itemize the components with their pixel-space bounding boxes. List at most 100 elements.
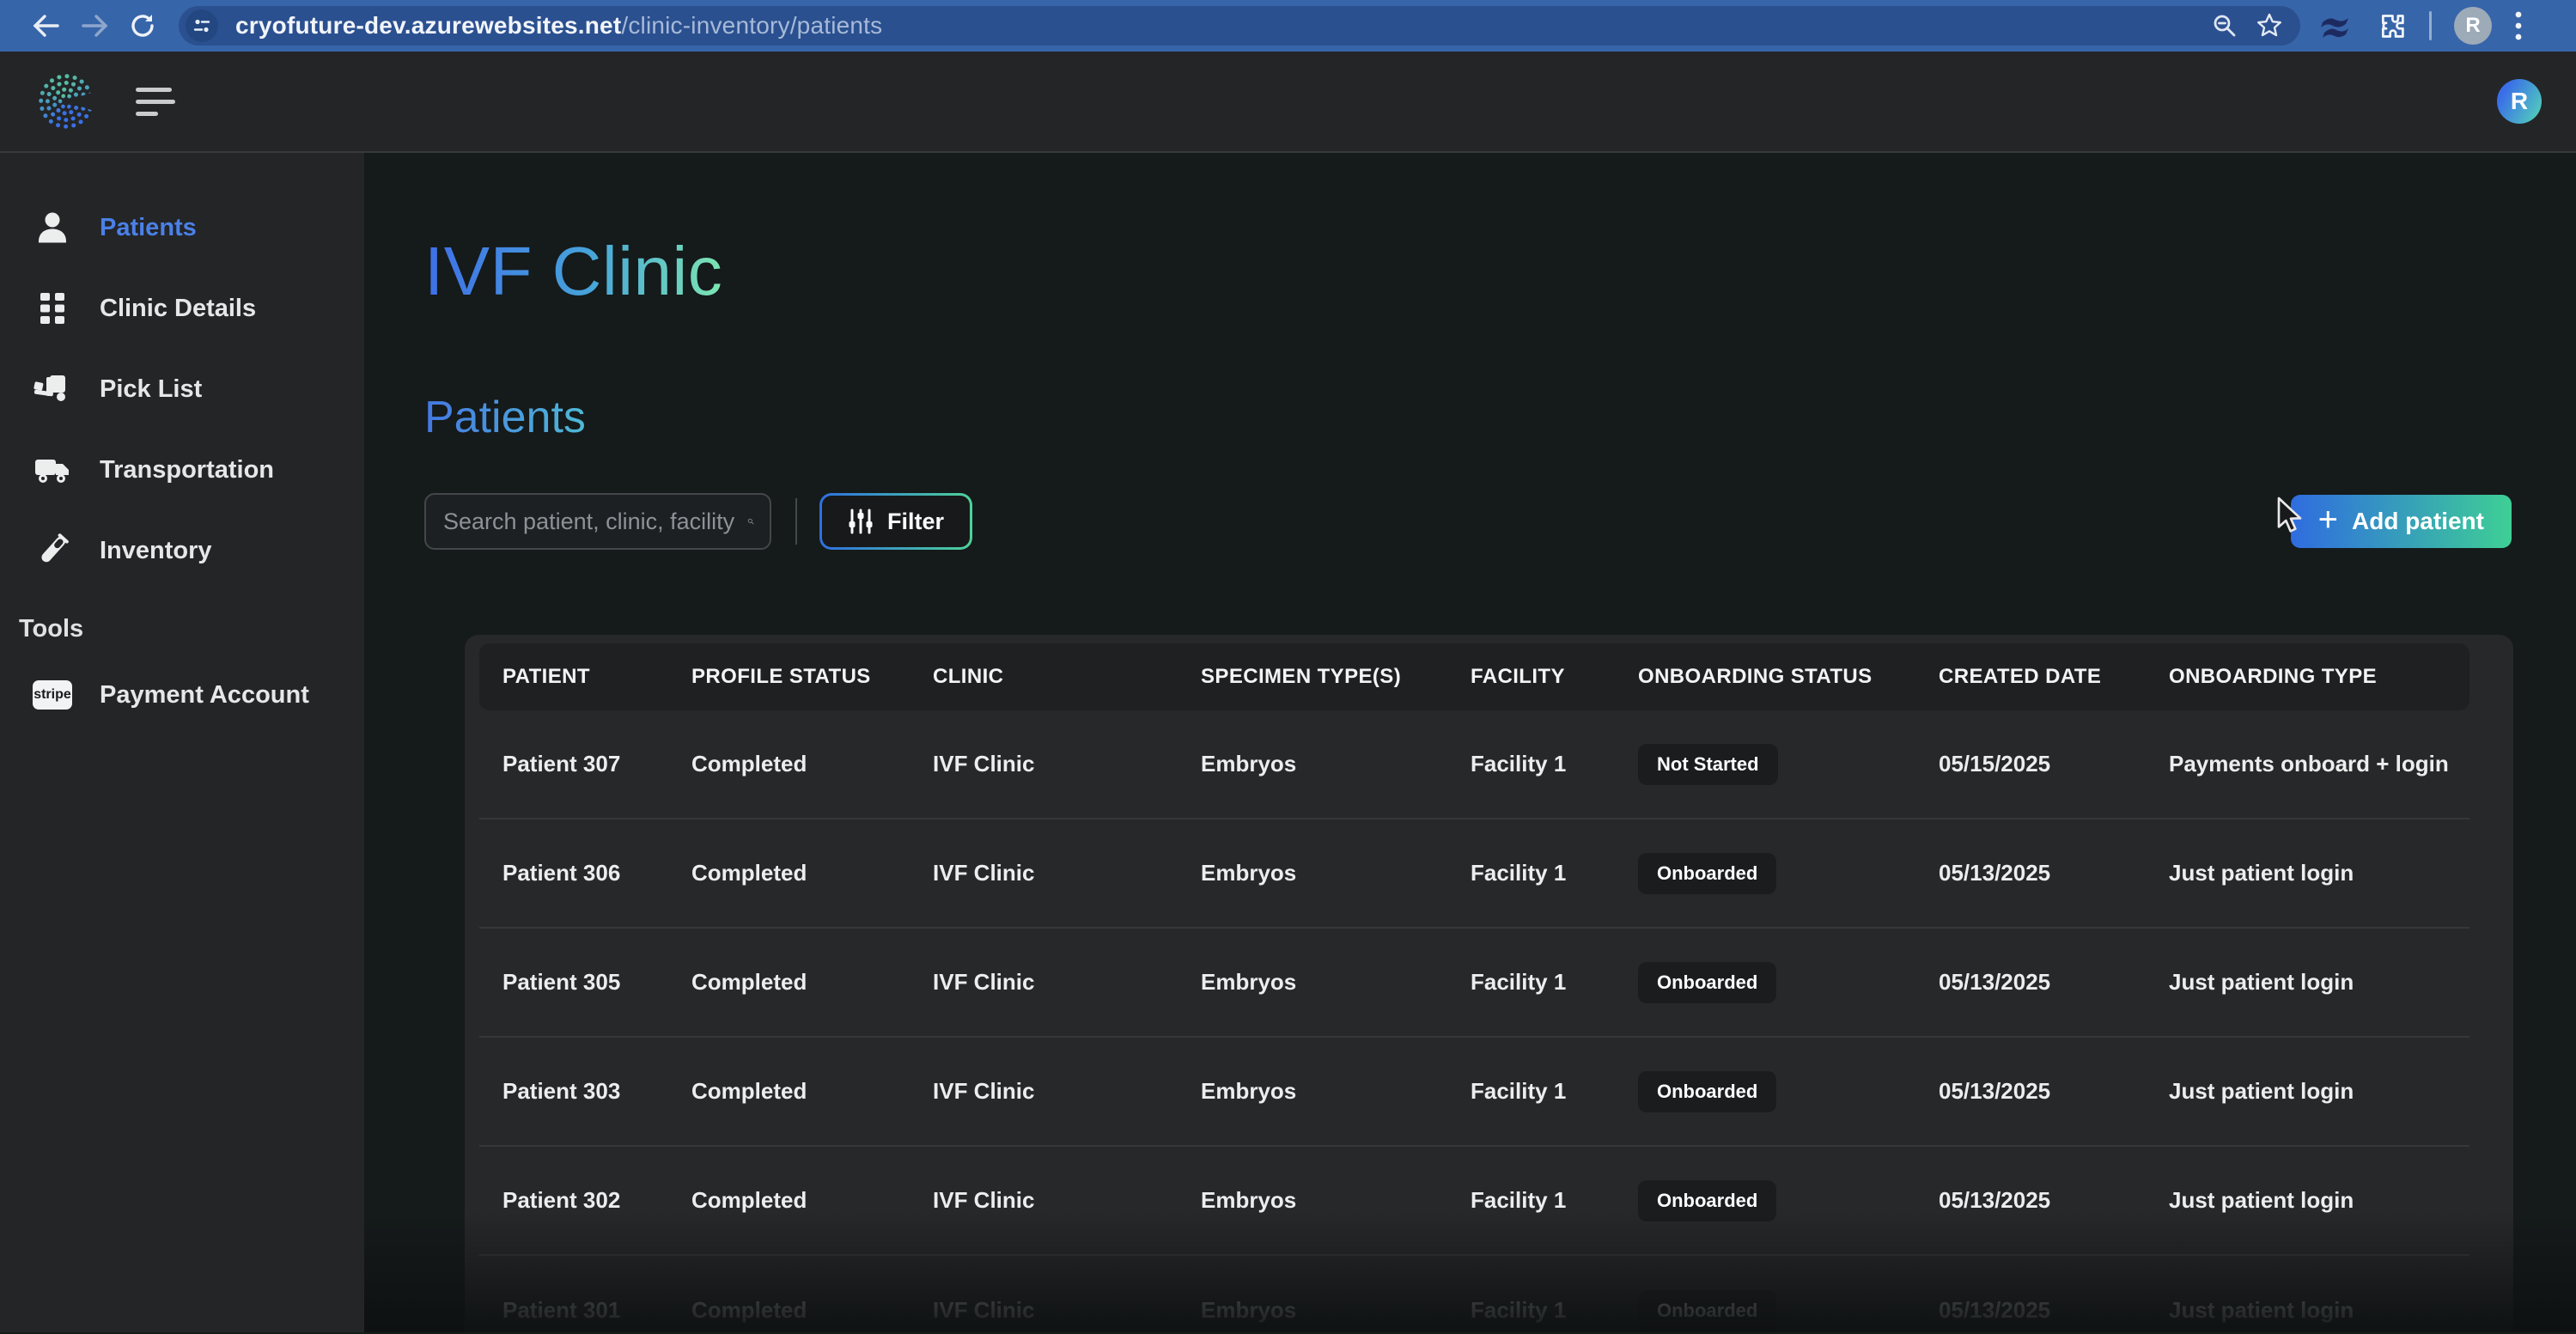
table-cell: Just patient login xyxy=(2169,1297,2452,1324)
table-cell: IVF Clinic xyxy=(933,1078,1201,1105)
onboarding-status-badge: Onboarded xyxy=(1638,1290,1776,1331)
sidebar-item-label: Clinic Details xyxy=(100,295,256,323)
url-path: /clinic-inventory/patients xyxy=(621,12,882,39)
table-header-row: PATIENTPROFILE STATUSCLINICSPECIMEN TYPE… xyxy=(479,643,2469,710)
table-cell: Facility 1 xyxy=(1471,969,1638,996)
url-domain: cryofuture-dev.azurewebsites.net xyxy=(235,12,621,39)
filter-button[interactable]: Filter xyxy=(819,493,972,550)
onboarding-status-badge: Not Started xyxy=(1638,744,1778,785)
table-cell: Onboarded xyxy=(1638,1290,1939,1331)
extensions-puzzle-icon[interactable] xyxy=(2374,9,2407,42)
search-box[interactable] xyxy=(424,493,771,550)
table-cell: Embryos xyxy=(1201,1078,1471,1105)
user-avatar[interactable]: R xyxy=(2497,79,2542,124)
column-header: CLINIC xyxy=(933,665,1201,689)
column-header: PROFILE STATUS xyxy=(691,665,933,689)
bookmark-star-icon[interactable] xyxy=(2247,12,2292,40)
table-cell: 05/13/2025 xyxy=(1939,860,2169,886)
grid-icon xyxy=(33,289,72,328)
browser-forward-button[interactable] xyxy=(70,7,119,45)
main-content: IVF Clinic Patients Filter + Add patient… xyxy=(364,153,2576,1332)
sidebar-item-clinic-details[interactable]: Clinic Details xyxy=(0,268,364,349)
table-cell: Facility 1 xyxy=(1471,1187,1638,1214)
person-icon xyxy=(33,208,72,247)
table-cell: Embryos xyxy=(1201,1297,1471,1324)
sidebar-item-patients[interactable]: Patients xyxy=(0,187,364,268)
app-header: R xyxy=(0,52,2576,153)
table-cell: 05/13/2025 xyxy=(1939,1078,2169,1105)
add-patient-label: Add patient xyxy=(2352,508,2484,535)
table-cell: Completed xyxy=(691,1297,933,1324)
onboarding-status-badge: Onboarded xyxy=(1638,1180,1776,1221)
table-cell: IVF Clinic xyxy=(933,969,1201,996)
table-cell: Just patient login xyxy=(2169,1078,2452,1105)
page-title: IVF Clinic xyxy=(424,232,722,311)
table-row[interactable]: Patient 302CompletedIVF ClinicEmbryosFac… xyxy=(479,1147,2469,1256)
table-cell: Patient 306 xyxy=(502,860,691,886)
browser-profile-avatar[interactable]: R xyxy=(2454,7,2492,45)
sidebar-item-payment-account[interactable]: stripe Payment Account xyxy=(0,658,364,732)
table-cell: Not Started xyxy=(1638,744,1939,785)
truck-icon xyxy=(33,450,72,490)
sliders-icon xyxy=(848,508,874,535)
table-cell: Patient 305 xyxy=(502,969,691,996)
address-bar[interactable]: cryofuture-dev.azurewebsites.net/clinic-… xyxy=(179,6,2300,46)
table-cell: Completed xyxy=(691,1187,933,1214)
onboarding-status-badge: Onboarded xyxy=(1638,853,1776,894)
sidebar-item-pick-list[interactable]: Pick List xyxy=(0,349,364,429)
table-cell: Just patient login xyxy=(2169,1187,2452,1214)
table-cell: IVF Clinic xyxy=(933,751,1201,777)
toolbar-divider xyxy=(2429,11,2432,40)
table-cell: Patient 302 xyxy=(502,1187,691,1214)
browser-menu-kebab-icon[interactable] xyxy=(2514,9,2523,42)
forklift-icon xyxy=(33,369,72,409)
filter-button-label: Filter xyxy=(887,509,944,535)
table-cell: Just patient login xyxy=(2169,969,2452,996)
test-tube-icon xyxy=(33,531,72,570)
controls-divider xyxy=(795,498,797,545)
table-cell: IVF Clinic xyxy=(933,1297,1201,1324)
table-cell: Facility 1 xyxy=(1471,751,1638,777)
sidebar-item-transportation[interactable]: Transportation xyxy=(0,429,364,510)
sidebar-item-label: Inventory xyxy=(100,537,212,565)
table-body: Patient 307CompletedIVF ClinicEmbryosFac… xyxy=(479,710,2469,1332)
table-cell: IVF Clinic xyxy=(933,1187,1201,1214)
table-row[interactable]: Patient 303CompletedIVF ClinicEmbryosFac… xyxy=(479,1038,2469,1147)
column-header: FACILITY xyxy=(1471,665,1638,689)
sidebar: Patients Clinic Details Pick List Transp… xyxy=(0,153,364,1332)
table-cell: Embryos xyxy=(1201,969,1471,996)
table-cell: Onboarded xyxy=(1638,962,1939,1003)
table-cell: Completed xyxy=(691,751,933,777)
section-heading: Patients xyxy=(424,392,586,443)
search-input[interactable] xyxy=(443,509,747,535)
table-row[interactable]: Patient 306CompletedIVF ClinicEmbryosFac… xyxy=(479,819,2469,929)
browser-toolbar: cryofuture-dev.azurewebsites.net/clinic-… xyxy=(0,0,2576,52)
table-row[interactable]: Patient 307CompletedIVF ClinicEmbryosFac… xyxy=(479,710,2469,819)
table-cell: Embryos xyxy=(1201,1187,1471,1214)
sidebar-section-tools: Tools xyxy=(0,591,364,658)
table-cell: Facility 1 xyxy=(1471,1297,1638,1324)
zoom-out-icon[interactable] xyxy=(2202,13,2247,39)
extension-flag-icon[interactable] xyxy=(2319,10,2352,41)
table-cell: Completed xyxy=(691,860,933,886)
column-header: CREATED DATE xyxy=(1939,665,2169,689)
table-cell: Onboarded xyxy=(1638,1071,1939,1112)
browser-reload-button[interactable] xyxy=(119,7,167,45)
stripe-icon: stripe xyxy=(33,675,72,715)
table-cell: Patient 307 xyxy=(502,751,691,777)
app-logo-icon[interactable] xyxy=(34,70,98,133)
sidebar-item-label: Payment Account xyxy=(100,681,309,710)
sidebar-item-label: Transportation xyxy=(100,456,274,484)
menu-toggle-icon[interactable] xyxy=(136,88,175,116)
table-cell: Embryos xyxy=(1201,751,1471,777)
table-cell: Onboarded xyxy=(1638,853,1939,894)
table-row[interactable]: Patient 301CompletedIVF ClinicEmbryosFac… xyxy=(479,1256,2469,1332)
table-row[interactable]: Patient 305CompletedIVF ClinicEmbryosFac… xyxy=(479,929,2469,1038)
table-cell: 05/13/2025 xyxy=(1939,969,2169,996)
search-icon xyxy=(747,507,754,536)
sidebar-item-inventory[interactable]: Inventory xyxy=(0,510,364,591)
table-controls: Filter + Add patient xyxy=(424,493,2576,550)
add-patient-button[interactable]: + Add patient xyxy=(2291,495,2512,548)
site-settings-icon[interactable] xyxy=(186,9,218,42)
browser-back-button[interactable] xyxy=(22,7,70,45)
